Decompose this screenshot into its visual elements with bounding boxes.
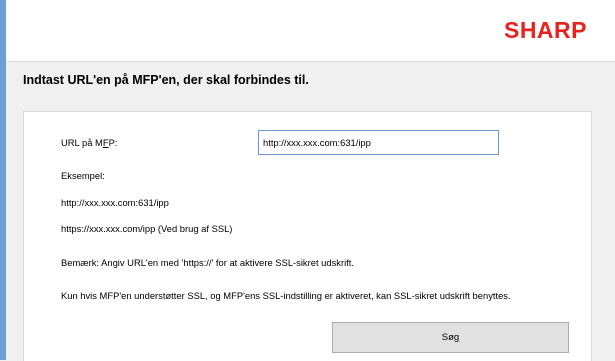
search-button-mnemonic: g [453, 332, 460, 343]
example-url-1: http://xxx.xxx.com:631/ipp [61, 197, 169, 208]
ssl-support-note: Kun hvis MFP'en understøtter SSL, og MFP… [61, 290, 511, 301]
url-label: URL på MFP: [61, 137, 118, 148]
page-heading: Indtast URL'en på MFP'en, der skal forbi… [23, 73, 309, 87]
mfp-url-input[interactable] [258, 130, 499, 155]
header-banner: SHARP [6, 0, 615, 61]
example-url-2: https://xxx.xxx.com/ipp (Ved brug af SSL… [61, 223, 233, 234]
sharp-logo: SHARP [503, 17, 587, 43]
ssl-note: Bemærk: Angiv URL'en med 'https://' for … [61, 257, 354, 268]
header-divider [6, 61, 615, 62]
search-button[interactable]: Sø g [332, 322, 569, 353]
example-title: Eksempel: [61, 170, 105, 181]
